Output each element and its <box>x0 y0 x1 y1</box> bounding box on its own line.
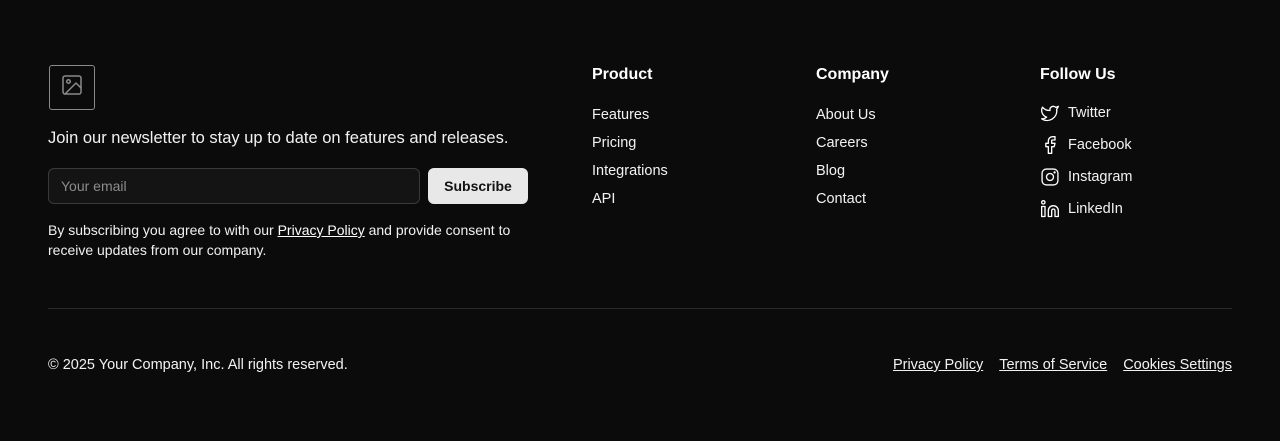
social-label-linkedin: LinkedIn <box>1068 201 1123 217</box>
legal-link-terms-of-service[interactable]: Terms of Service <box>999 357 1107 373</box>
legal-link-privacy-policy[interactable]: Privacy Policy <box>893 357 983 373</box>
footer-link-about-us[interactable]: About Us <box>816 107 876 123</box>
consent-privacy-policy-link[interactable]: Privacy Policy <box>278 222 365 238</box>
social-link-facebook[interactable]: Facebook <box>1040 135 1132 155</box>
social-label-instagram: Instagram <box>1068 169 1133 185</box>
footer-link-pricing[interactable]: Pricing <box>592 135 636 151</box>
social-link-instagram[interactable]: Instagram <box>1040 167 1132 187</box>
column-title-follow-us: Follow Us <box>1040 66 1116 83</box>
footer-column-product: Product Features Pricing Integrations AP… <box>592 66 668 218</box>
social-link-twitter[interactable]: Twitter <box>1040 103 1111 123</box>
social-link-linkedin[interactable]: LinkedIn <box>1040 199 1123 219</box>
newsletter-tagline: Join our newsletter to stay up to date o… <box>48 129 509 147</box>
column-title-company: Company <box>816 66 889 83</box>
footer-link-integrations[interactable]: Integrations <box>592 163 668 179</box>
facebook-icon <box>1040 135 1060 155</box>
legal-links: Privacy Policy Terms of Service Cookies … <box>893 357 1232 373</box>
image-placeholder-icon <box>60 73 84 102</box>
site-footer: Join our newsletter to stay up to date o… <box>0 0 1280 441</box>
social-label-facebook: Facebook <box>1068 137 1132 153</box>
column-title-product: Product <box>592 66 653 83</box>
footer-link-api[interactable]: API <box>592 191 615 207</box>
linkedin-icon <box>1040 199 1060 219</box>
footer-divider <box>48 308 1232 309</box>
copyright-text: © 2025 Your Company, Inc. All rights res… <box>48 357 348 373</box>
email-input[interactable] <box>48 168 420 204</box>
consent-text: By subscribing you agree to with our Pri… <box>48 220 528 260</box>
subscribe-button[interactable]: Subscribe <box>428 168 528 204</box>
footer-link-blog[interactable]: Blog <box>816 163 845 179</box>
footer-link-careers[interactable]: Careers <box>816 135 868 151</box>
footer-column-follow-us: Follow Us Twitter Facebook Instagram Lin… <box>1040 66 1132 231</box>
consent-text-before: By subscribing you agree to with our <box>48 222 278 238</box>
footer-link-contact[interactable]: Contact <box>816 191 866 207</box>
social-label-twitter: Twitter <box>1068 105 1111 121</box>
footer-link-features[interactable]: Features <box>592 107 649 123</box>
legal-link-cookies-settings[interactable]: Cookies Settings <box>1123 357 1232 373</box>
logo[interactable] <box>49 65 95 110</box>
footer-column-company: Company About Us Careers Blog Contact <box>816 66 889 218</box>
twitter-icon <box>1040 103 1060 123</box>
instagram-icon <box>1040 167 1060 187</box>
